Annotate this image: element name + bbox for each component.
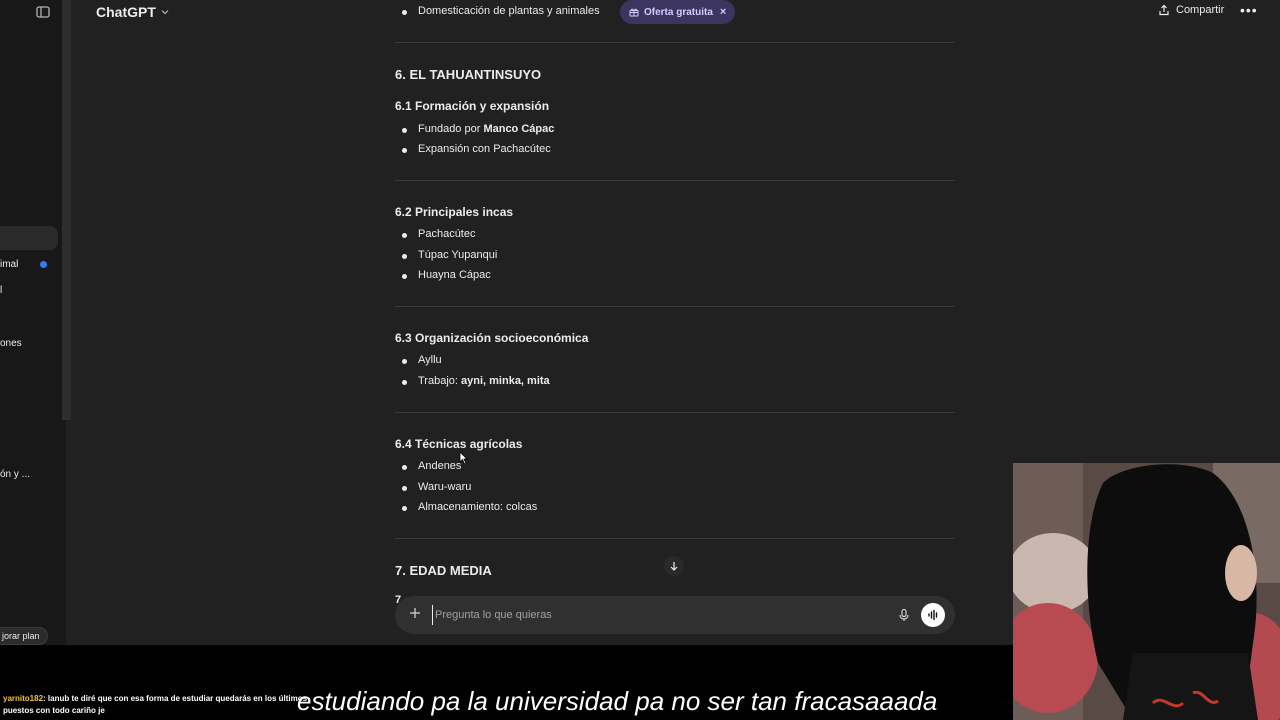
unread-dot-icon (40, 261, 47, 268)
more-options-button[interactable]: ••• (1240, 2, 1258, 18)
sidebar-selected-item[interactable] (0, 226, 58, 250)
model-name: ChatGPT (96, 4, 156, 20)
share-icon (1159, 4, 1169, 16)
chat-username: yarnito182 (3, 694, 44, 703)
voice-mode-button[interactable] (921, 603, 945, 627)
arrow-down-icon (670, 562, 678, 571)
offer-label: Oferta gratuita (644, 6, 713, 18)
list-item: Fundado por Manco Cápac (401, 123, 555, 135)
message-composer (395, 596, 955, 634)
share-button[interactable]: Compartir (1158, 4, 1224, 16)
scroll-to-bottom-button[interactable] (664, 556, 684, 576)
divider (395, 412, 955, 413)
voice-waveform-icon (928, 609, 938, 621)
sidebar-item[interactable]: ones (0, 338, 22, 349)
prompt-input[interactable] (432, 605, 872, 625)
microphone-icon[interactable] (897, 608, 911, 622)
divider (395, 538, 955, 539)
mouse-cursor-icon (459, 451, 468, 465)
plus-icon[interactable] (409, 607, 421, 619)
free-offer-badge[interactable]: Oferta gratuita × (620, 0, 736, 24)
chat-text: : lanub te diré que con esa forma de est… (3, 694, 308, 715)
list-item: Túpac Yupanqui (401, 249, 498, 261)
list-item: Pachacútec (401, 228, 476, 240)
list-item: Huayna Cápac (402, 269, 491, 281)
list-item: Almacenamiento: colcas (401, 501, 538, 513)
close-icon[interactable]: × (720, 6, 726, 18)
share-label: Compartir (1176, 4, 1225, 16)
divider (395, 180, 955, 181)
list-item: Trabajo: ayni, minka, mita (402, 375, 550, 387)
sidebar-item[interactable]: ón y ... (0, 469, 30, 480)
gift-icon (629, 8, 639, 17)
model-selector[interactable]: ChatGPT (96, 4, 170, 20)
subsection-heading: 6.3 Organización socioeconómica (395, 331, 589, 345)
upgrade-plan-button[interactable]: jorar plan (0, 627, 48, 645)
divider (395, 306, 955, 307)
webcam-feed (1013, 463, 1280, 720)
sidebar: imal l ones ón y ... jorar plan (0, 0, 66, 645)
webcam-image (1013, 463, 1280, 720)
list-item: Ayllu (402, 354, 442, 366)
subsection-heading: 6.2 Principales incas (395, 205, 514, 219)
subsection-heading: 6.4 Técnicas agrícolas (395, 437, 523, 451)
section-heading: 7. EDAD MEDIA (395, 563, 492, 578)
section-heading: 6. EL TAHUANTINSUYO (395, 67, 542, 82)
sidebar-item[interactable]: l (0, 285, 2, 296)
stream-subtitle: estudiando pa la universidad pa no ser t… (297, 686, 938, 716)
sidebar-item[interactable]: imal (0, 259, 18, 270)
sidebar-scrollbar[interactable] (62, 0, 71, 420)
list-item: Expansión con Pachacútec (402, 143, 551, 155)
stream-chat-message: yarnito182: lanub te diré que con esa fo… (3, 693, 323, 717)
subsection-heading: 6.1 Formación y expansión (395, 99, 550, 113)
chevron-down-icon (161, 10, 169, 15)
sidebar-toggle-icon[interactable] (35, 4, 51, 20)
list-item: Andenes (401, 460, 462, 472)
list-item: Domesticación de plantas y animales (402, 5, 600, 17)
divider (395, 42, 955, 43)
list-item: Waru-waru (401, 481, 472, 493)
